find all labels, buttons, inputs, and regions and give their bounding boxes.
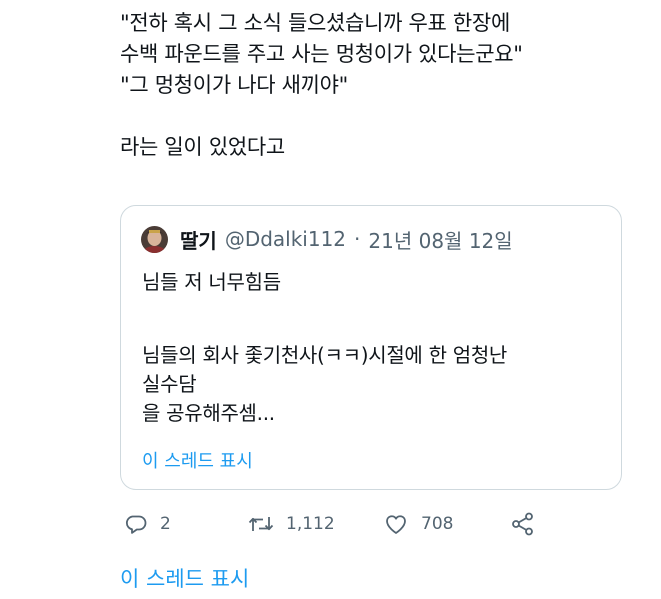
retweet-count: 1,112 (286, 514, 335, 534)
avatar[interactable] (141, 225, 168, 253)
reply-button[interactable]: 2 (124, 510, 171, 538)
quoted-blank-line (142, 297, 612, 341)
quoted-line: 실수담 (142, 372, 197, 396)
tweet-line: 라는 일이 있었다고 (120, 135, 285, 159)
quoted-date[interactable]: 21년 08월 12일 (368, 225, 512, 254)
show-thread-link[interactable]: 이 스레드 표시 (120, 563, 249, 593)
like-count: 708 (421, 514, 454, 534)
quoted-line: 을 공유해주셈... (142, 401, 275, 425)
share-button[interactable] (510, 510, 536, 538)
meta-separator: · (354, 227, 361, 251)
tweet-line: 수백 파운드를 주고 사는 멍청이가 있다는군요" (120, 42, 523, 66)
tweet-line: "전하 혹시 그 소식 들으셨습니까 우표 한장에 (120, 11, 510, 35)
quoted-tweet-header: 딸기 @Ddalki112 · 21년 08월 12일 (141, 223, 513, 255)
avatar-image (141, 225, 168, 253)
quoted-tweet-card[interactable]: 딸기 @Ddalki112 · 21년 08월 12일 님들 저 너무힘듬 님들… (120, 205, 622, 490)
quoted-display-name[interactable]: 딸기 (180, 225, 217, 254)
quoted-line: 님들의 회사 좇기천사(ㅋㅋ)시절에 한 엄청난 (142, 343, 508, 367)
retweet-icon (248, 517, 274, 531)
reply-count: 2 (160, 514, 171, 534)
heart-icon (386, 515, 406, 534)
share-icon (512, 512, 533, 536)
quoted-tweet-text: 님들 저 너무힘듬 님들의 회사 좇기천사(ㅋㅋ)시절에 한 엄청난 실수담 을… (142, 268, 612, 428)
quoted-show-thread-link[interactable]: 이 스레드 표시 (142, 447, 253, 473)
quoted-handle[interactable]: @Ddalki112 (225, 227, 346, 251)
retweet-button[interactable]: 1,112 (248, 510, 335, 538)
tweet-text: "전하 혹시 그 소식 들으셨습니까 우표 한장에 수백 파운드를 주고 사는 … (120, 8, 640, 163)
like-button[interactable]: 708 (383, 510, 453, 538)
reply-icon (126, 515, 147, 534)
tweet-line: "그 멍청이가 나다 새끼야" (120, 73, 349, 97)
quoted-line: 님들 저 너무힘듬 (142, 270, 281, 294)
